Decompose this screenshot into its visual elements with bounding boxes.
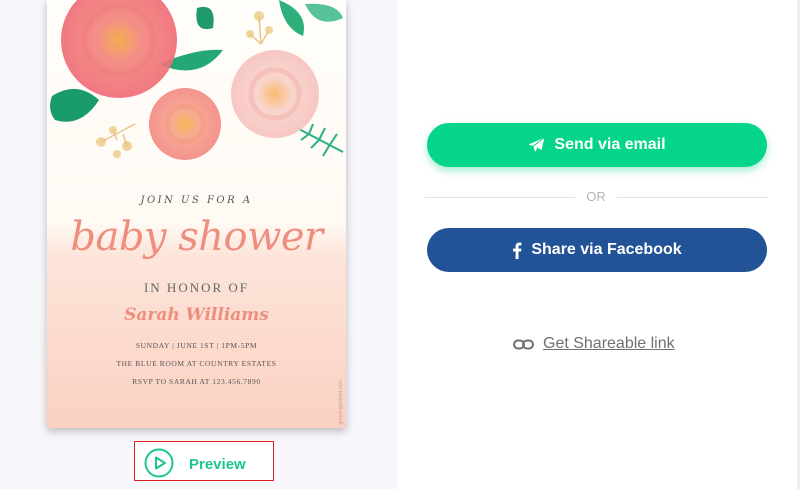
event-venue: THE BLUE ROOM AT COUNTRY ESTATES bbox=[116, 359, 277, 368]
share-via-facebook-label: Share via Facebook bbox=[531, 241, 682, 258]
or-divider: OR bbox=[425, 188, 768, 206]
divider-line-right bbox=[617, 197, 768, 198]
get-shareable-link[interactable]: Get Shareable link bbox=[513, 334, 675, 354]
event-date: SUNDAY | JUNE 1ST | 1PM-5PM bbox=[135, 341, 258, 350]
preview-label: Preview bbox=[189, 456, 246, 473]
chain-link-icon bbox=[513, 339, 534, 350]
invitation-title: baby shower bbox=[70, 214, 323, 260]
paper-plane-icon bbox=[528, 137, 546, 153]
share-via-facebook-button[interactable]: Share via Facebook bbox=[427, 228, 767, 272]
get-shareable-link-label: Get Shareable link bbox=[543, 335, 675, 352]
card-credit: greetingsisland.com bbox=[338, 379, 344, 424]
invitation-intro: JOIN US FOR A bbox=[140, 195, 253, 206]
preview-button[interactable]: Preview bbox=[134, 441, 274, 481]
event-rsvp: RSVP TO SARAH AT 123.456.7890 bbox=[132, 377, 261, 386]
send-via-email-label: Send via email bbox=[554, 136, 666, 153]
divider-line-left bbox=[425, 197, 575, 198]
invitation-card: JOIN US FOR A baby shower IN HONOR OF Sa… bbox=[47, 0, 346, 428]
or-text: OR bbox=[586, 189, 606, 204]
play-circle-icon bbox=[144, 448, 174, 478]
floral-illustration bbox=[50, 0, 344, 160]
facebook-icon bbox=[512, 242, 522, 259]
invitation-honor-line: IN HONOR OF bbox=[143, 280, 250, 295]
honoree-name: Sarah Williams bbox=[124, 305, 269, 325]
send-via-email-button[interactable]: Send via email bbox=[427, 123, 767, 167]
